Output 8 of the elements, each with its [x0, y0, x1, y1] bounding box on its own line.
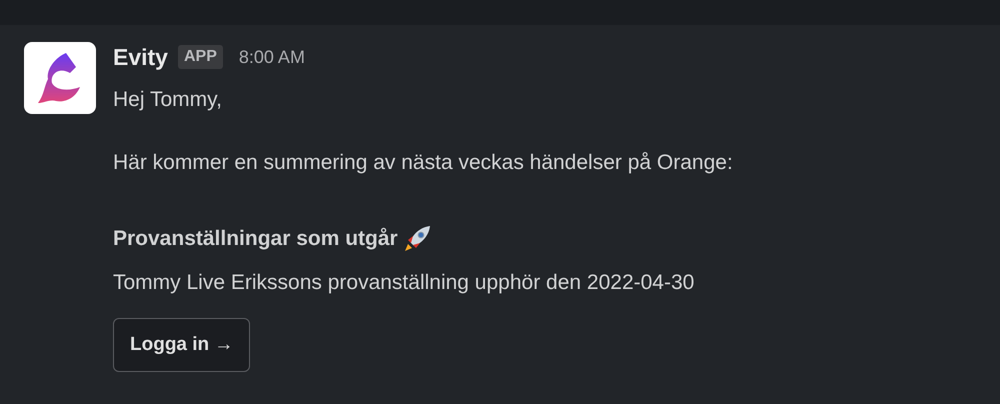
greeting-text: Hej Tommy, — [113, 87, 223, 113]
section-title: Provanställningar som utgår — [113, 226, 398, 252]
message-time[interactable]: 8:00 AM — [238, 46, 305, 68]
login-button[interactable]: Logga in → — [113, 318, 250, 372]
expiry-text: Tommy Live Erikssons provanställning upphör den 2022-04-30 — [113, 270, 696, 296]
app-badge: APP — [178, 45, 223, 69]
intro-text: Här kommer en summering av nästa veckas händelser på Orange: — [113, 150, 733, 176]
sender-name[interactable]: Evity — [113, 44, 168, 70]
